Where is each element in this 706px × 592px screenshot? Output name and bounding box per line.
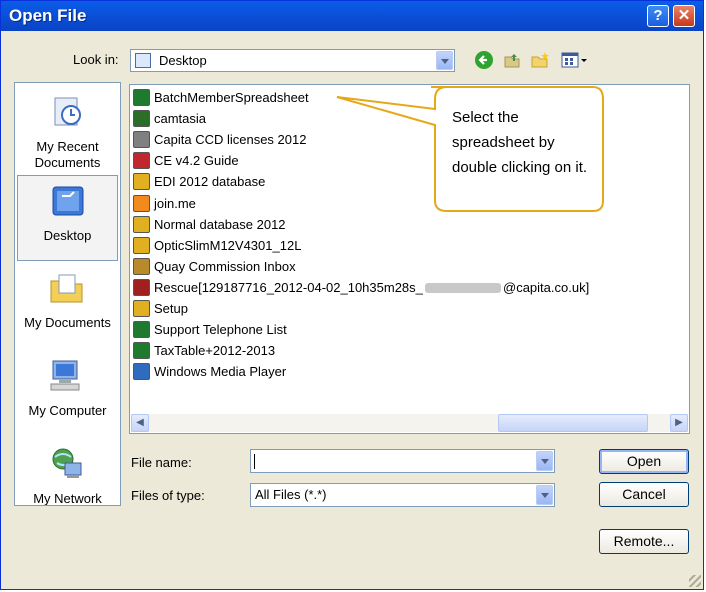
text-cursor <box>254 454 255 469</box>
excel-file-icon <box>133 342 150 360</box>
shortcut-icon <box>133 110 150 128</box>
place-label: My Recent Documents <box>34 139 101 170</box>
redacted-email <box>425 282 501 293</box>
file-name: OpticSlimM12V4301_12L <box>154 237 302 253</box>
place-my-computer[interactable]: My Computer <box>17 351 118 437</box>
open-button[interactable]: Open <box>599 449 689 474</box>
place-my-recent-documents[interactable]: My Recent Documents <box>17 87 118 173</box>
place-label: My Computer <box>28 403 107 418</box>
mail-icon <box>133 257 150 275</box>
file-name: Support Telephone List <box>154 322 287 338</box>
files-of-type-label: Files of type: <box>131 488 205 503</box>
zip-folder-icon <box>133 215 150 233</box>
place-desktop[interactable]: Desktop <box>17 175 118 261</box>
my-computer-icon <box>49 359 85 393</box>
file-name-label: File name: <box>131 455 192 470</box>
views-menu-icon[interactable] <box>559 50 589 72</box>
new-folder-icon[interactable] <box>529 50 551 72</box>
file-name: Capita CCD licenses 2012 <box>154 132 307 148</box>
up-folder-icon[interactable] <box>501 50 523 72</box>
file-name: BatchMemberSpreadsheet <box>154 90 309 105</box>
scroll-left-button[interactable]: ◀ <box>131 414 149 432</box>
dialog-title: Open File <box>9 6 87 25</box>
excel-file-icon <box>133 321 150 339</box>
scroll-thumb[interactable] <box>498 414 648 432</box>
place-label: My Network <box>33 491 102 506</box>
app-file-icon <box>133 278 150 296</box>
look-in-value: Desktop <box>159 53 207 68</box>
place-my-network[interactable]: My Network <box>17 439 118 506</box>
file-name: TaxTable+2012-2013 <box>154 343 276 359</box>
title-bar[interactable]: Open File ? ✕ <box>1 1 703 31</box>
place-label: My Documents <box>24 315 111 330</box>
resize-grip[interactable] <box>689 575 701 587</box>
chevron-down-icon[interactable] <box>436 51 453 70</box>
callout-text: Select the spreadsheet by double clickin… <box>452 109 588 176</box>
look-in-label: Look in: <box>73 52 119 67</box>
back-icon[interactable] <box>473 50 495 72</box>
file-name: Quay Commission Inbox <box>154 258 296 274</box>
horizontal-scrollbar[interactable]: ◀ ▶ <box>131 414 688 432</box>
desktop-icon <box>50 184 86 218</box>
file-name: EDI 2012 database <box>154 174 266 190</box>
file-name-suffix: @capita.co.uk] <box>503 279 590 295</box>
chevron-down-icon[interactable] <box>536 451 553 471</box>
recent-documents-icon <box>49 95 85 129</box>
look-in-dropdown[interactable]: Desktop <box>130 49 455 72</box>
place-my-documents[interactable]: My Documents <box>17 263 118 349</box>
chevron-down-icon[interactable] <box>536 485 553 505</box>
close-button[interactable]: ✕ <box>673 5 695 27</box>
file-name-input[interactable] <box>250 449 555 473</box>
files-of-type-dropdown[interactable]: All Files (*.*) <box>250 483 555 507</box>
file-name: camtasia <box>154 111 207 127</box>
file-name: Rescue[129187716_2012-04-02_10h35m28s_ <box>154 279 423 295</box>
help-button[interactable]: ? <box>647 5 669 27</box>
text-file-icon <box>133 131 150 149</box>
excel-file-icon <box>133 89 150 106</box>
zip-folder-icon <box>133 236 150 254</box>
pdf-file-icon <box>133 152 150 170</box>
file-name: Normal database 2012 <box>154 216 286 232</box>
file-name: join.me <box>154 195 196 211</box>
file-name: Setup <box>154 301 188 316</box>
desktop-icon <box>135 53 151 68</box>
place-label: Desktop <box>43 228 92 243</box>
remote-button[interactable]: Remote... <box>599 529 689 554</box>
cancel-button[interactable]: Cancel <box>599 482 689 507</box>
scroll-right-button[interactable]: ▶ <box>670 414 688 432</box>
shortcut-icon <box>133 194 150 212</box>
files-of-type-value: All Files (*.*) <box>255 487 327 502</box>
my-documents-icon <box>49 271 85 305</box>
file-name: CE v4.2 Guide <box>154 153 239 169</box>
my-network-icon <box>49 447 85 481</box>
file-name: Windows Media Player <box>154 364 287 380</box>
media-player-icon <box>133 363 150 381</box>
zip-folder-icon <box>133 173 150 191</box>
open-file-dialog: Open File ? ✕ Look in: Desktop My Recent… <box>0 0 704 590</box>
places-bar: My Recent Documents Desktop My Documents… <box>14 82 121 506</box>
zip-folder-icon <box>133 300 150 317</box>
